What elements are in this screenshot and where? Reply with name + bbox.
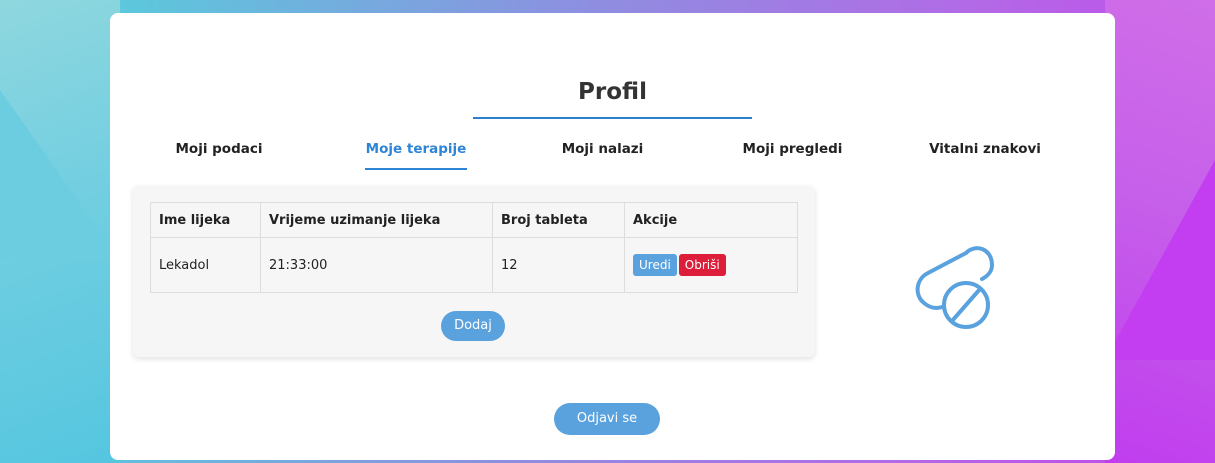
title-underline: [473, 117, 752, 119]
profile-card: Profil Moji podaci Moje terapije Moji na…: [110, 13, 1115, 460]
therapy-table: Ime lijeka Vrijeme uzimanje lijeka Broj …: [150, 202, 798, 293]
logout-button[interactable]: Odjavi se: [554, 403, 660, 435]
column-header-count: Broj tableta: [492, 202, 625, 238]
page-title: Profil: [578, 79, 647, 105]
delete-button[interactable]: Obriši: [678, 254, 726, 276]
therapy-panel: Ime lijeka Vrijeme uzimanje lijeka Broj …: [133, 186, 815, 357]
column-header-time: Vrijeme uzimanje lijeka: [260, 202, 493, 238]
background-left-diagonal: [0, 90, 120, 260]
active-tab-indicator: [365, 168, 467, 170]
tab-vitalni-znakovi[interactable]: Vitalni znakovi: [925, 141, 1045, 157]
pills-icon: [915, 246, 995, 329]
tab-moji-podaci[interactable]: Moji podaci: [164, 141, 274, 157]
cell-medicine-name: Lekadol: [150, 237, 261, 293]
column-header-actions: Akcije: [624, 202, 798, 238]
edit-button[interactable]: Uredi: [633, 254, 677, 276]
table-header-row: Ime lijeka Vrijeme uzimanje lijeka Broj …: [150, 202, 798, 238]
cell-actions: Uredi Obriši: [624, 237, 798, 293]
tab-moje-terapije[interactable]: Moje terapije: [365, 141, 467, 157]
table-row: Lekadol 21:33:00 12 Uredi Obriši: [150, 237, 798, 293]
column-header-name: Ime lijeka: [150, 202, 261, 238]
cell-tablet-count: 12: [492, 237, 625, 293]
add-button[interactable]: Dodaj: [441, 311, 505, 341]
background-right-diagonal: [1105, 160, 1215, 360]
profile-tabs: Moji podaci Moje terapije Moji nalazi Mo…: [110, 141, 1115, 171]
cell-intake-time: 21:33:00: [260, 237, 493, 293]
tab-moji-nalazi[interactable]: Moji nalazi: [550, 141, 655, 157]
tab-moji-pregledi[interactable]: Moji pregledi: [735, 141, 850, 157]
